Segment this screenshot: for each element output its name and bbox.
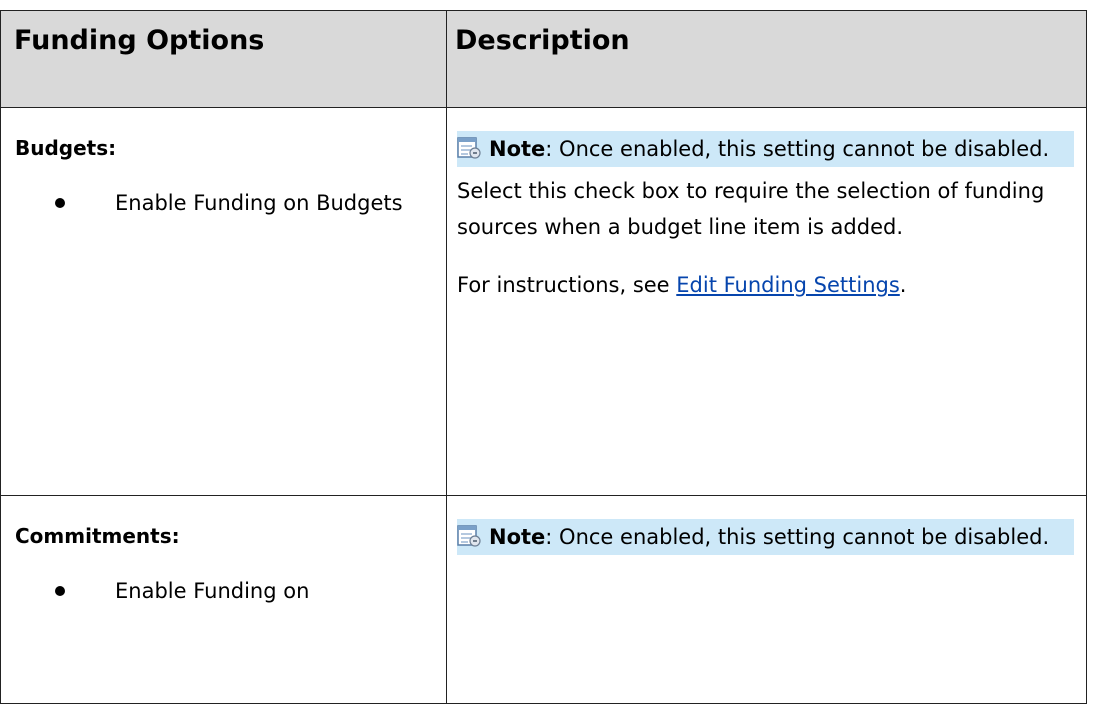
section-title-commitments: Commitments: [15,524,180,548]
option-label: Enable Funding on [115,579,310,603]
note-label: Note [489,137,546,161]
list-item: Enable Funding on Budgets [15,185,432,221]
instructions-suffix: . [899,273,907,297]
edit-funding-settings-link[interactable]: Edit Funding Settings [676,273,900,297]
option-label: Enable Funding on Budgets [115,191,403,215]
option-list: Enable Funding on [15,573,432,609]
note-text: : Once enabled, this setting cannot be d… [545,525,1050,549]
header-description: Description [446,10,1087,108]
description-text: Select this check box to require the sel… [457,179,1045,239]
instructions-text: For instructions, see Edit Funding Setti… [457,267,1074,303]
note-text: : Once enabled, this setting cannot be d… [545,137,1050,161]
table-header-row: Funding Options Description [0,10,1087,108]
header-funding-options: Funding Options [0,10,447,108]
note-label: Note [489,525,546,549]
note-callout: Note: Once enabled, this setting cannot … [457,519,1074,555]
note-callout: Note: Once enabled, this setting cannot … [457,131,1074,167]
funding-option-cell: Budgets: Enable Funding on Budgets [0,107,447,496]
description-cell: Note: Once enabled, this setting cannot … [446,107,1087,496]
funding-option-cell: Commitments: Enable Funding on [0,495,447,704]
option-list: Enable Funding on Budgets [15,185,432,221]
list-item: Enable Funding on [15,573,432,609]
instructions-prefix: For instructions, see [457,273,677,297]
table-row: Budgets: Enable Funding on Budgets Note:… [0,107,1087,496]
description-cell: Note: Once enabled, this setting cannot … [446,495,1087,704]
funding-options-table: Funding Options Description Budgets: Ena… [0,10,1087,704]
note-icon [457,525,481,547]
table-row: Commitments: Enable Funding on Note: Onc… [0,495,1087,704]
section-title-budgets: Budgets: [15,136,117,160]
bullet-icon [55,586,65,596]
note-icon [457,137,481,159]
bullet-icon [55,198,65,208]
